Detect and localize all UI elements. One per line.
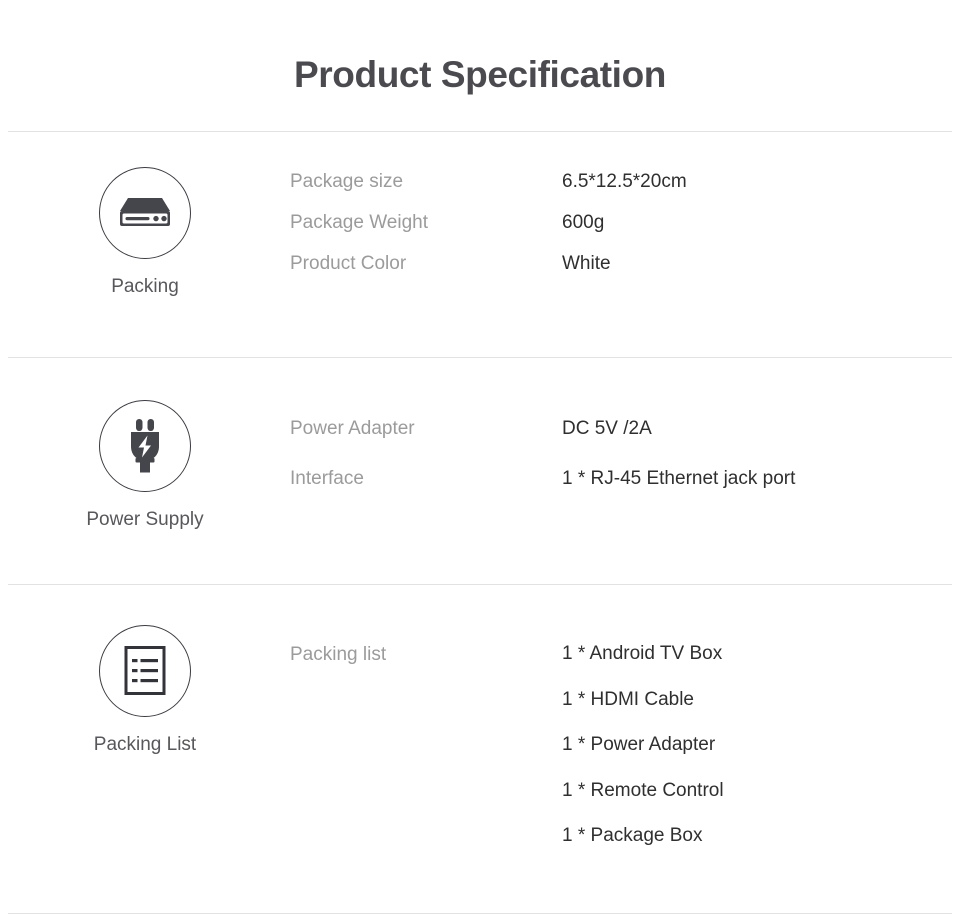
list-item: 1 * Android TV Box bbox=[562, 643, 723, 664]
section-packing-list: Packing List Packing list 1 * Android TV… bbox=[0, 585, 960, 913]
spec-label: Package Weight bbox=[290, 212, 429, 233]
section-power-supply: Power Supply Power Adapter DC 5V /2A Int… bbox=[0, 358, 960, 584]
packing-list-icon-column: Packing List bbox=[0, 625, 290, 756]
spec-row: Interface 1 * RJ-45 Ethernet jack port bbox=[290, 468, 960, 518]
packing-icon-column: Packing bbox=[0, 167, 290, 298]
spec-label: Power Adapter bbox=[290, 418, 415, 439]
packing-list-label: Packing list bbox=[290, 644, 387, 665]
packing-caption: Packing bbox=[111, 276, 179, 297]
page-title: Product Specification bbox=[294, 54, 666, 95]
spec-row: Power Adapter DC 5V /2A bbox=[290, 418, 960, 468]
list-item: 1 * Power Adapter bbox=[562, 734, 716, 755]
spec-row: Package size 6.5*12.5*20cm bbox=[290, 171, 960, 212]
packing-list-items: 1 * Android TV Box 1 * HDMI Cable 1 * Po… bbox=[562, 644, 724, 872]
list-item: 1 * Remote Control bbox=[562, 779, 724, 801]
spec-value: 600g bbox=[562, 212, 605, 233]
spec-row: Product Color White bbox=[290, 253, 960, 294]
spec-value: White bbox=[562, 253, 611, 274]
power-icon-column: Power Supply bbox=[0, 400, 290, 531]
set-top-box-icon bbox=[99, 167, 191, 259]
packing-spec-table: Package size 6.5*12.5*20cm Package Weigh… bbox=[290, 167, 960, 294]
power-spec-table: Power Adapter DC 5V /2A Interface 1 * RJ… bbox=[290, 400, 960, 518]
product-specification-page: Product Specification Packing Package si… bbox=[0, 0, 960, 914]
spec-value: 1 * RJ-45 Ethernet jack port bbox=[562, 468, 796, 489]
spec-label: Interface bbox=[290, 468, 364, 489]
spec-value: 6.5*12.5*20cm bbox=[562, 171, 687, 192]
spec-label: Package size bbox=[290, 171, 404, 192]
packing-list-table: Packing list 1 * Android TV Box 1 * HDMI… bbox=[290, 625, 960, 872]
list-document-icon bbox=[99, 625, 191, 717]
spec-label: Product Color bbox=[290, 253, 407, 274]
spec-value: DC 5V /2A bbox=[562, 418, 652, 439]
power-supply-caption: Power Supply bbox=[86, 509, 204, 530]
list-item: 1 * Package Box bbox=[562, 825, 703, 846]
section-packing: Packing Package size 6.5*12.5*20cm Packa… bbox=[0, 132, 960, 357]
power-plug-icon bbox=[99, 400, 191, 492]
packing-list-caption: Packing List bbox=[93, 734, 197, 755]
list-item: 1 * HDMI Cable bbox=[562, 688, 694, 710]
spec-row: Package Weight 600g bbox=[290, 212, 960, 253]
